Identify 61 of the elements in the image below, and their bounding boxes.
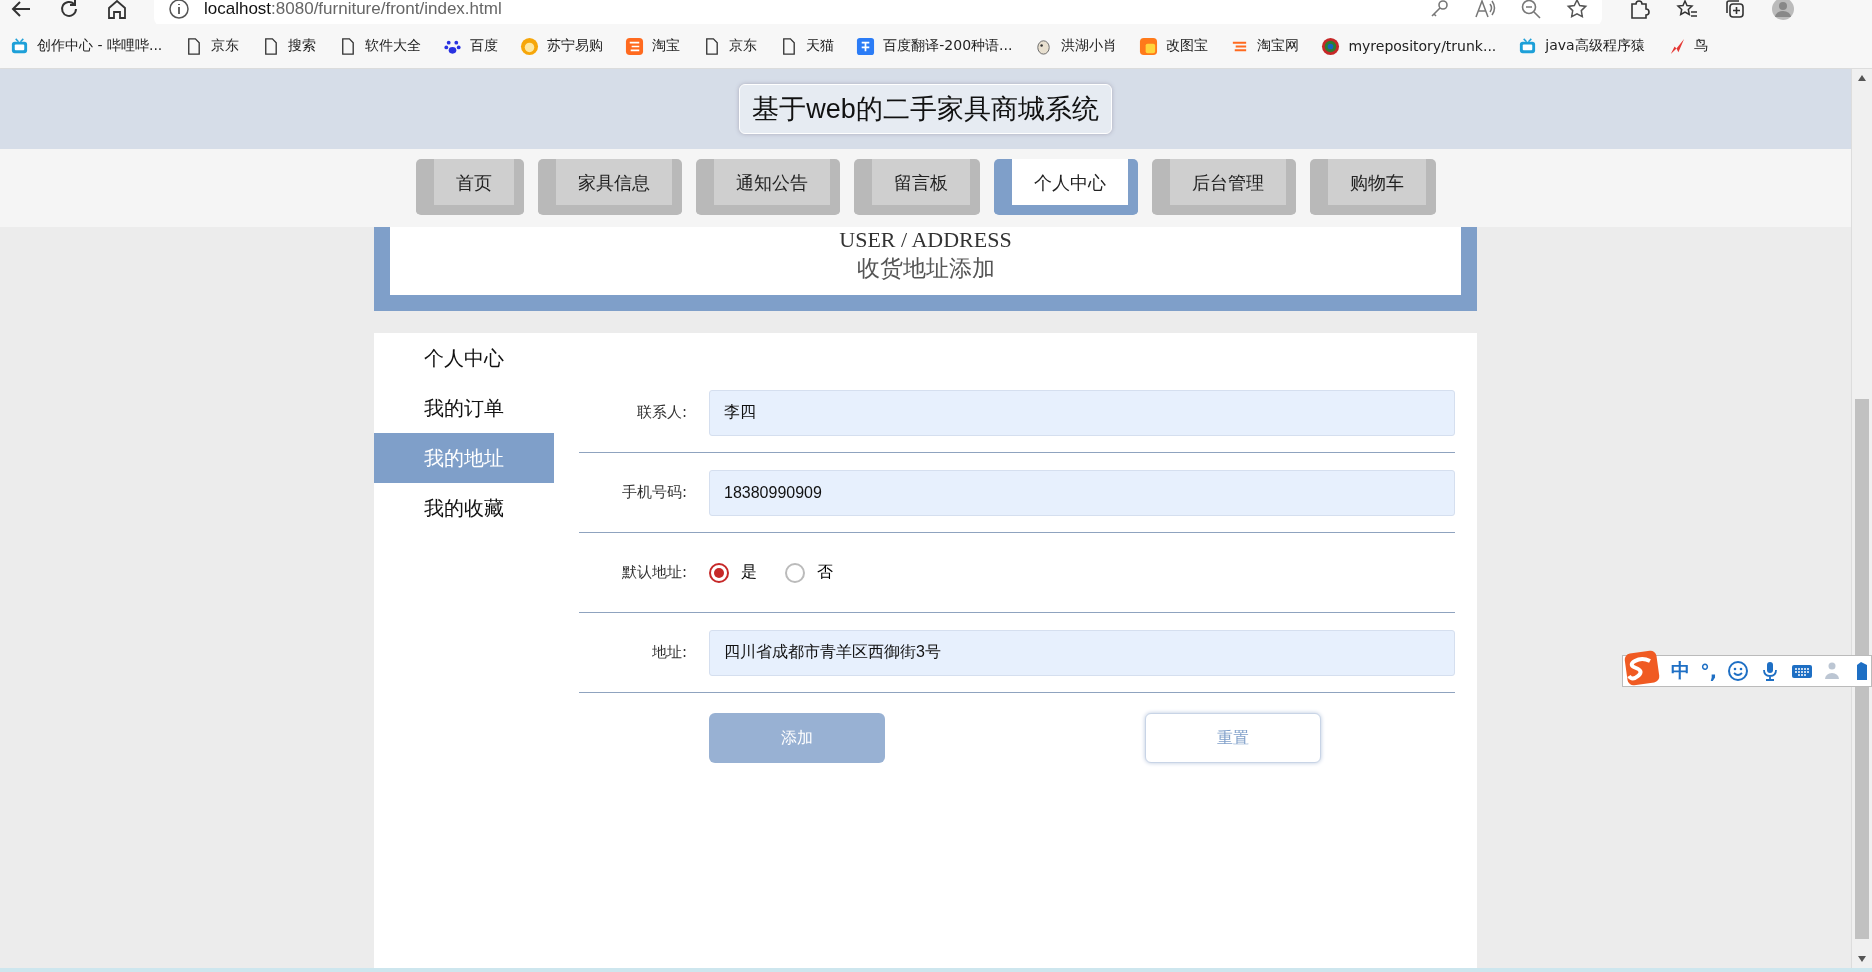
ime-logo-icon[interactable] [1623, 649, 1662, 687]
nav-tab[interactable]: 购物车 [1309, 159, 1436, 215]
nav-tab[interactable]: 家具信息 [537, 159, 682, 215]
address-bar[interactable]: localhost:8080/furniture/front/index.html [154, 0, 1602, 26]
ime-mode[interactable]: 中 [1671, 658, 1691, 684]
scroll-down-icon[interactable] [1858, 956, 1866, 962]
radio-button[interactable] [709, 562, 729, 583]
nav-tab[interactable]: 留言板 [853, 159, 980, 215]
sidebar-item[interactable]: 我的订单 [374, 383, 554, 433]
nav-tab[interactable]: 后台管理 [1151, 159, 1296, 215]
radio-label: 是 [741, 562, 757, 583]
info-icon [168, 0, 190, 20]
bookmark-link[interactable]: 京东 [211, 37, 240, 55]
puzzle-icon[interactable] [1628, 0, 1650, 20]
sidebar-item[interactable]: 我的收藏 [374, 483, 554, 533]
bookmark-link[interactable]: 搜索 [288, 37, 317, 55]
bookmark-link[interactable]: myrepository/trunk... [1348, 38, 1497, 54]
bookmark-link[interactable]: 京东 [729, 37, 758, 55]
banner-subtitle: USER / ADDRESS [839, 227, 1012, 253]
tv-icon [1518, 36, 1538, 56]
read-aloud-icon[interactable] [1474, 0, 1496, 20]
bookmark-link[interactable]: 百度 [470, 37, 499, 55]
nav-tab[interactable]: 首页 [415, 159, 524, 215]
smiley-icon[interactable] [1727, 660, 1749, 682]
bookmark-link[interactable]: 鸟 [1693, 37, 1708, 55]
bookmark-link[interactable]: 百度翻译-200种语... [883, 37, 1013, 55]
banner-title: 收货地址添加 [856, 255, 995, 283]
field-label: 默认地址: [620, 563, 688, 582]
ime-punctuation[interactable]: °, [1700, 660, 1717, 682]
bookmark-link[interactable]: 淘宝网 [1257, 37, 1300, 55]
bookmark-link[interactable]: 软件大全 [365, 37, 422, 55]
square-icon [1139, 36, 1159, 56]
radio-button[interactable] [785, 562, 805, 583]
bookmark-link[interactable]: 淘宝 [652, 37, 681, 55]
field-label: 地址: [650, 643, 688, 662]
avatar-icon[interactable] [1772, 0, 1794, 20]
star-add-icon[interactable] [1566, 0, 1588, 20]
zoom-out-icon[interactable] [1520, 0, 1542, 20]
bookmark-link[interactable]: 天猫 [806, 37, 835, 55]
bookmark-link[interactable]: 改图宝 [1166, 37, 1209, 55]
sidebar-item[interactable]: 个人中心 [374, 333, 554, 383]
refresh-icon[interactable] [58, 0, 80, 20]
bookmark-link[interactable]: 洪湖小肖 [1061, 37, 1118, 55]
bookmark-link[interactable]: 苏宁易购 [547, 37, 604, 55]
tv-icon [10, 36, 29, 56]
collections-icon[interactable] [1724, 0, 1746, 20]
bookmark-link[interactable]: 创作中心 - 哔哩哔... [37, 37, 163, 55]
field-label: 联系人: [635, 403, 688, 422]
translate-icon [856, 36, 876, 56]
input-field[interactable]: 18380990909 [709, 469, 1455, 516]
input-field[interactable]: 四川省成都市青羊区西御街3号 [709, 629, 1455, 676]
bookmark-link[interactable]: java高级程序猿 [1545, 37, 1645, 55]
nav-tab[interactable]: 通知公告 [695, 159, 840, 215]
nav-tab[interactable]: 个人中心 [993, 159, 1138, 215]
site-title: 基于web的二手家具商城系统 [739, 84, 1112, 134]
radio-label: 否 [817, 562, 833, 583]
field-label: 手机号码: [620, 483, 688, 502]
home-icon[interactable] [106, 0, 128, 20]
scroll-up-icon[interactable] [1858, 75, 1866, 81]
input-field[interactable]: 李四 [709, 389, 1455, 436]
favorites-icon[interactable] [1676, 0, 1698, 20]
